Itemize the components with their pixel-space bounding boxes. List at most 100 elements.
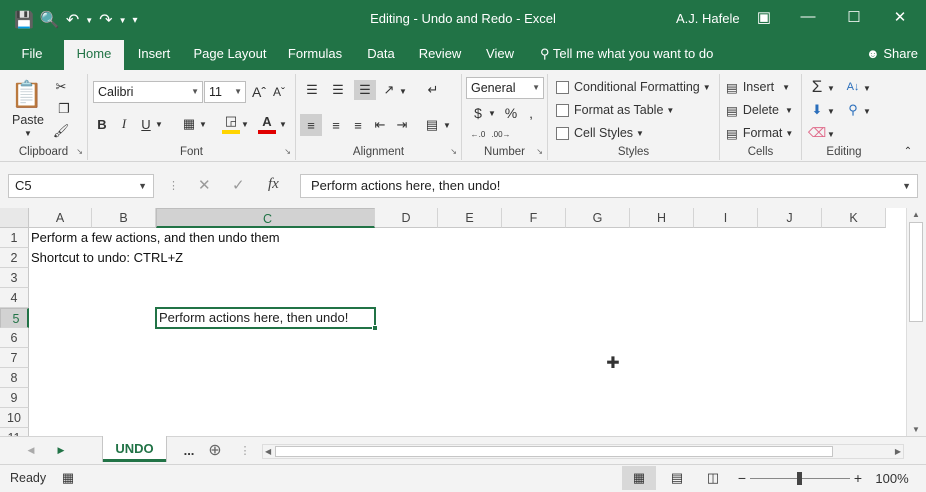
horizontal-scroll-thumb[interactable]	[275, 446, 833, 457]
vertical-scroll-thumb[interactable]	[909, 222, 923, 322]
find-select-dropdown-icon[interactable]: ▼	[862, 104, 872, 118]
bottom-align-icon[interactable]: ☰	[354, 80, 376, 100]
name-box[interactable]: C5 ▼	[8, 174, 154, 198]
delete-cells-button[interactable]: ▤ Delete ▼	[726, 100, 800, 120]
currency-dropdown-icon[interactable]: ▼	[488, 106, 496, 120]
zoom-slider-thumb[interactable]	[797, 472, 802, 485]
formula-bar-options-icon[interactable]: ⋮	[168, 179, 179, 192]
zoom-out-icon[interactable]: −	[736, 469, 748, 487]
column-header-f[interactable]: F	[502, 208, 566, 228]
row-header-11[interactable]: 11	[0, 428, 29, 436]
bold-button[interactable]: B	[94, 114, 110, 134]
fill-handle[interactable]	[372, 325, 378, 331]
active-cell-c5[interactable]: Perform actions here, then undo!	[155, 307, 378, 331]
row-header-6[interactable]: 6	[0, 328, 29, 348]
tab-page-layout[interactable]: Page Layout	[190, 38, 270, 70]
horizontal-scrollbar[interactable]: ◀ ▶	[262, 444, 904, 459]
font-name-select[interactable]: Calibri ▼	[93, 81, 203, 103]
next-sheet-icon[interactable]: ▶	[54, 443, 68, 457]
scroll-left-icon[interactable]: ◀	[265, 447, 271, 456]
page-break-view-icon[interactable]: ◫	[702, 469, 724, 487]
column-header-a[interactable]: A	[29, 208, 92, 228]
fill-icon[interactable]: ⬇	[808, 100, 826, 120]
worksheet-grid[interactable]: A B C D E F G H I J K 1 2 3 4 5 6 7 8 9 …	[0, 208, 906, 436]
share-button[interactable]: ☻ Share	[866, 46, 918, 61]
expand-formula-bar-icon[interactable]: ▼	[902, 175, 911, 197]
align-left-icon[interactable]: ≡	[300, 114, 322, 136]
tab-view[interactable]: View	[478, 38, 522, 70]
increase-font-size-icon[interactable]: Aˆ	[250, 82, 268, 102]
column-header-j[interactable]: J	[758, 208, 822, 228]
column-header-h[interactable]: H	[630, 208, 694, 228]
clipboard-launcher-icon[interactable]: ↘	[76, 147, 83, 156]
fill-dropdown-icon[interactable]: ▼	[826, 104, 836, 118]
comma-style-icon[interactable]: ‚	[524, 104, 538, 122]
align-center-icon[interactable]: ≡	[326, 114, 346, 136]
minimize-icon[interactable]: —	[796, 8, 820, 25]
tab-split-handle[interactable]: ⋮	[240, 441, 251, 459]
zoom-in-icon[interactable]: +	[852, 469, 864, 487]
format-as-table-button[interactable]: Format as Table ▼	[556, 100, 718, 120]
ribbon-display-options-icon[interactable]: ▣	[752, 8, 776, 26]
cell-a2[interactable]: Shortcut to undo: CTRL+Z	[29, 248, 183, 268]
decrease-decimal-icon[interactable]: .00→	[490, 126, 512, 142]
prev-sheet-icon[interactable]: ◀	[24, 443, 38, 457]
paste-icon[interactable]: 📋	[11, 78, 43, 110]
maximize-icon[interactable]: ☐	[842, 8, 866, 26]
row-header-4[interactable]: 4	[0, 288, 29, 308]
cut-icon[interactable]: ✂	[52, 78, 70, 96]
column-header-b[interactable]: B	[92, 208, 156, 228]
align-right-icon[interactable]: ≡	[348, 114, 368, 136]
currency-button[interactable]: $	[470, 104, 486, 122]
tab-formulas[interactable]: Formulas	[284, 38, 346, 70]
column-header-i[interactable]: I	[694, 208, 758, 228]
user-name[interactable]: A.J. Hafele	[676, 11, 740, 26]
percent-button[interactable]: %	[502, 104, 520, 122]
column-header-e[interactable]: E	[438, 208, 502, 228]
row-header-2[interactable]: 2	[0, 248, 29, 268]
column-header-g[interactable]: G	[566, 208, 630, 228]
name-box-dropdown-icon[interactable]: ▼	[138, 175, 147, 197]
merge-center-dropdown-icon[interactable]: ▼	[442, 118, 452, 132]
column-header-d[interactable]: D	[375, 208, 438, 228]
page-layout-view-icon[interactable]: ▤	[666, 469, 688, 487]
font-launcher-icon[interactable]: ↘	[284, 147, 291, 156]
wrap-text-icon[interactable]: ↵	[422, 80, 444, 100]
column-header-c[interactable]: C	[156, 208, 375, 228]
sort-filter-dropdown-icon[interactable]: ▼	[862, 81, 872, 95]
cell-styles-button[interactable]: Cell Styles ▼	[556, 123, 718, 143]
fill-color-icon[interactable]: ◲	[222, 112, 240, 134]
scroll-up-icon[interactable]: ▲	[912, 210, 920, 219]
alignment-launcher-icon[interactable]: ↘	[450, 147, 457, 156]
formula-input[interactable]: Perform actions here, then undo! ▼	[300, 174, 918, 198]
vertical-scrollbar[interactable]: ▲ ▼	[906, 208, 926, 436]
number-format-select[interactable]: General ▼	[466, 77, 544, 99]
font-color-dropdown-icon[interactable]: ▼	[278, 116, 288, 132]
paste-button[interactable]: Paste	[10, 112, 46, 128]
row-header-5[interactable]: 5	[0, 308, 29, 328]
increase-decimal-icon[interactable]: ←.0	[468, 126, 488, 142]
orientation-icon[interactable]: ↗	[380, 80, 398, 100]
collapse-ribbon-icon[interactable]: ⌃	[900, 144, 916, 158]
tab-insert[interactable]: Insert	[132, 38, 176, 70]
underline-dropdown-icon[interactable]: ▼	[154, 116, 164, 132]
format-cells-button[interactable]: ▤ Format ▼	[726, 123, 800, 143]
clear-icon[interactable]: ⌫	[808, 123, 826, 143]
font-color-icon[interactable]: A	[258, 112, 276, 134]
tab-data[interactable]: Data	[360, 38, 402, 70]
sheet-tab-undo[interactable]: UNDO	[103, 436, 166, 462]
merge-center-icon[interactable]: ▤	[422, 114, 442, 136]
top-align-icon[interactable]: ☰	[302, 80, 322, 100]
more-sheets-button[interactable]: ...	[180, 441, 198, 459]
insert-cells-button[interactable]: ▤ Insert ▼	[726, 77, 800, 97]
clear-dropdown-icon[interactable]: ▼	[826, 127, 836, 141]
macro-record-icon[interactable]: ▦	[60, 469, 76, 487]
column-header-k[interactable]: K	[822, 208, 886, 228]
format-painter-icon[interactable]: 🖌	[52, 122, 70, 140]
select-all-corner[interactable]	[0, 208, 29, 228]
number-launcher-icon[interactable]: ↘	[536, 147, 543, 156]
row-header-1[interactable]: 1	[0, 228, 29, 248]
italic-button[interactable]: I	[116, 114, 132, 134]
fill-color-dropdown-icon[interactable]: ▼	[240, 116, 250, 132]
enter-icon[interactable]: ✓	[232, 176, 245, 194]
